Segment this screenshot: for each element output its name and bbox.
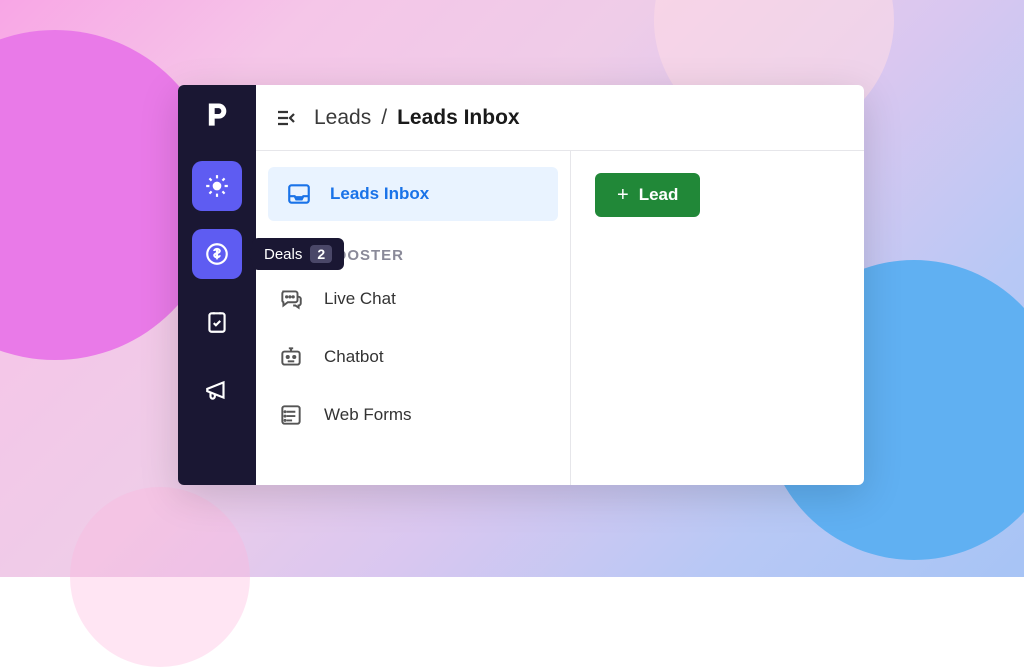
nav-item-label: Leads Inbox	[330, 184, 429, 204]
header: Leads / Leads Inbox	[256, 85, 864, 151]
app-window: Deals 2 Leads	[178, 85, 864, 485]
content-pane: + Lead	[571, 151, 864, 485]
secondary-nav: Leads Inbox LEADBOOSTER Live Chat	[256, 151, 571, 485]
plus-icon: +	[617, 185, 629, 205]
breadcrumb-separator: /	[381, 106, 387, 130]
content-row: Leads Inbox LEADBOOSTER Live Chat	[256, 151, 864, 485]
tooltip-badge: 2	[310, 245, 332, 263]
nav-item-label: Web Forms	[324, 405, 412, 425]
decorative-circle	[70, 487, 250, 667]
chat-icon	[278, 286, 304, 312]
main-area: Leads / Leads Inbox Leads Inbox LEADBOOS…	[256, 85, 864, 485]
breadcrumb-parent[interactable]: Leads	[314, 106, 371, 130]
bot-icon	[278, 344, 304, 370]
breadcrumb-current: Leads Inbox	[397, 106, 520, 130]
nav-item-leads-inbox[interactable]: Leads Inbox	[268, 167, 558, 221]
add-lead-button[interactable]: + Lead	[595, 173, 700, 217]
sidebar-item-leads[interactable]	[192, 161, 242, 211]
app-logo[interactable]	[202, 99, 232, 129]
tooltip-deals: Deals 2	[252, 238, 344, 270]
nav-item-live-chat[interactable]: Live Chat	[256, 270, 570, 328]
add-lead-label: Lead	[639, 185, 679, 205]
nav-item-label: Live Chat	[324, 289, 396, 309]
nav-item-web-forms[interactable]: Web Forms	[256, 386, 570, 444]
tooltip-label: Deals	[264, 246, 302, 263]
inbox-icon	[286, 181, 312, 207]
nav-item-chatbot[interactable]: Chatbot	[256, 328, 570, 386]
primary-sidebar: Deals 2	[178, 85, 256, 485]
breadcrumb: Leads / Leads Inbox	[314, 106, 520, 130]
sidebar-item-campaigns[interactable]	[192, 365, 242, 415]
form-icon	[278, 402, 304, 428]
sidebar-item-activities[interactable]	[192, 297, 242, 347]
sidebar-item-deals[interactable]: Deals 2	[192, 229, 242, 279]
collapse-menu-icon[interactable]	[274, 106, 298, 130]
nav-item-label: Chatbot	[324, 347, 384, 367]
